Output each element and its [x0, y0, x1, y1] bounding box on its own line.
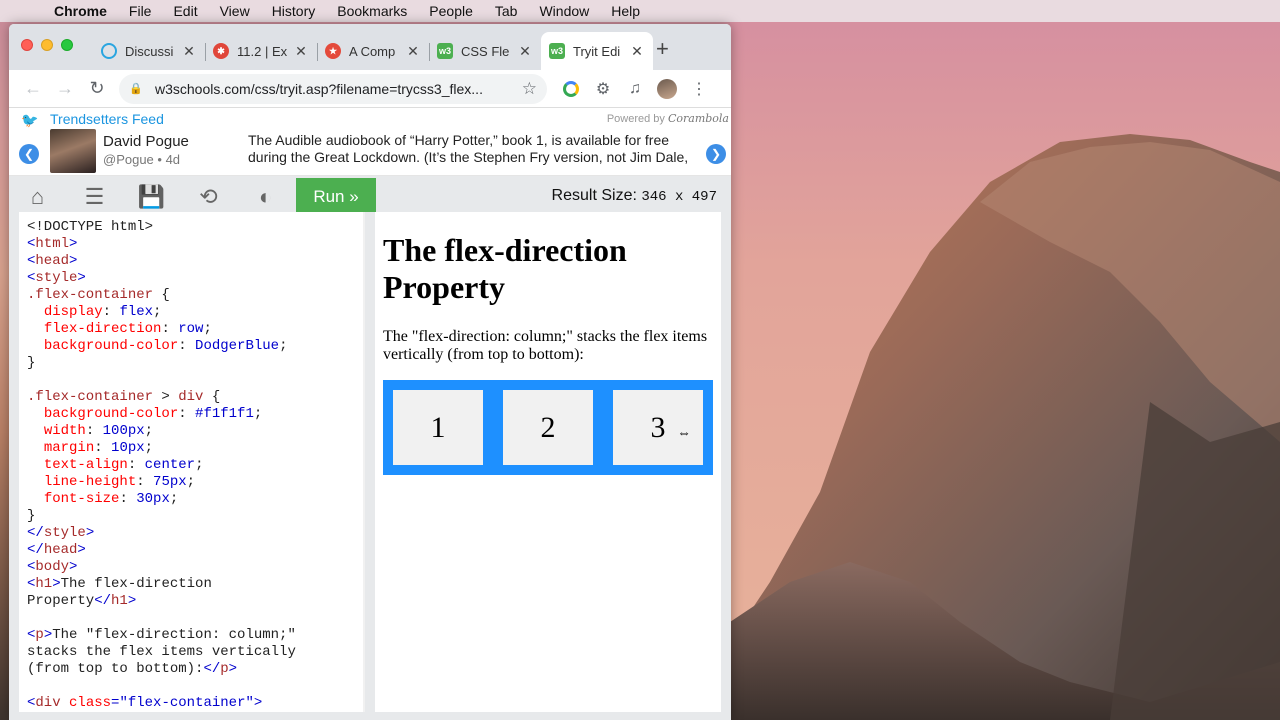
flex-item: 2 — [503, 390, 593, 465]
tabs: Discussi ✕ ✱ 11.2 | Ex ✕ ★ A Comp ✕ w3 C… — [93, 32, 653, 70]
tab-tryit-editor[interactable]: w3 Tryit Edi ✕ — [541, 32, 653, 70]
browser-window: Discussi ✕ ✱ 11.2 | Ex ✕ ★ A Comp ✕ w3 C… — [9, 24, 731, 720]
zoom-window-button[interactable] — [61, 39, 73, 51]
extension-google-icon[interactable] — [555, 80, 587, 97]
mac-menu-bar: Chrome File Edit View History Bookmarks … — [0, 0, 1280, 22]
close-window-button[interactable] — [21, 39, 33, 51]
code-editor[interactable]: <!DOCTYPE html> <html> <head> <style> .f… — [19, 212, 365, 712]
menu-view[interactable]: View — [209, 3, 261, 19]
author-avatar — [50, 129, 96, 173]
w3schools-icon: w3 — [549, 43, 565, 59]
menu-window[interactable]: Window — [528, 3, 600, 19]
flex-item: 1 — [393, 390, 483, 465]
minimize-window-button[interactable] — [41, 39, 53, 51]
forward-button[interactable]: → — [49, 78, 81, 99]
flex-container: 1 2 3 — [383, 380, 713, 475]
new-tab-button[interactable]: + — [656, 36, 669, 62]
tab-title: Tryit Edi — [573, 43, 621, 59]
menu-history[interactable]: History — [261, 3, 327, 19]
tab-title: CSS Fle — [461, 43, 510, 59]
asterisk-icon: ✱ — [213, 43, 229, 59]
address-bar[interactable]: 🔒 w3schools.com/css/tryit.asp?filename=t… — [119, 73, 547, 104]
desktop-wallpaper — [730, 22, 1280, 720]
extension-gear-icon[interactable]: ⚙ — [587, 79, 619, 99]
code-text[interactable]: <!DOCTYPE html> <html> <head> <style> .f… — [27, 219, 296, 712]
tab-title: A Comp — [349, 43, 396, 59]
discussion-icon — [101, 43, 117, 59]
close-tab-icon[interactable]: ✕ — [629, 43, 645, 60]
close-tab-icon[interactable]: ✕ — [517, 43, 533, 60]
ticker-prev-button[interactable]: ❮ — [19, 144, 39, 164]
menu-file[interactable]: File — [118, 3, 163, 19]
run-button[interactable]: Run » — [296, 178, 376, 216]
tab-strip: Discussi ✕ ✱ 11.2 | Ex ✕ ★ A Comp ✕ w3 C… — [9, 24, 731, 70]
browser-toolbar: ← → ↻ 🔒 w3schools.com/css/tryit.asp?file… — [9, 70, 731, 108]
menu-tab[interactable]: Tab — [484, 3, 529, 19]
news-ticker-bar: 🐦 Trendsetters Feed Powered by Corambola… — [9, 108, 731, 182]
author-handle: @Pogue • 4d — [103, 152, 181, 167]
close-tab-icon[interactable]: ✕ — [405, 43, 421, 60]
result-heading: The flex-direction Property — [383, 232, 627, 305]
tab-exercise[interactable]: ✱ 11.2 | Ex ✕ — [205, 32, 317, 70]
tab-discussion[interactable]: Discussi ✕ — [93, 32, 205, 70]
w3schools-icon: w3 — [437, 43, 453, 59]
star-logo-icon: ★ — [325, 43, 341, 59]
browser-menu-icon[interactable]: ⋮ — [683, 79, 715, 99]
result-size: Result Size: 346 x 497 — [552, 187, 717, 205]
back-button[interactable]: ← — [17, 78, 49, 99]
menu-app-chrome[interactable]: Chrome — [44, 3, 118, 19]
reload-button[interactable]: ↻ — [81, 78, 113, 99]
powered-by-label: Powered by — [606, 113, 665, 125]
menu-people[interactable]: People — [418, 3, 484, 19]
result-pane: The flex-direction Property The "flex-di… — [375, 212, 721, 712]
twitter-bird-icon: 🐦 — [21, 112, 39, 128]
pane-divider[interactable] — [365, 212, 375, 720]
menu-bookmarks[interactable]: Bookmarks — [326, 3, 418, 19]
media-playlist-icon[interactable]: ♫ — [619, 80, 651, 98]
powered-by: Powered by Corambola — [607, 112, 729, 125]
url-text: w3schools.com/css/tryit.asp?filename=try… — [155, 80, 483, 97]
brand-logo: Corambola — [667, 112, 729, 125]
tab-title: Discussi — [125, 43, 174, 59]
result-size-value: 346 x 497 — [641, 189, 717, 205]
feed-title[interactable]: Trendsetters Feed — [50, 111, 164, 127]
result-paragraph: The "flex-direction: column;" stacks the… — [383, 328, 708, 363]
close-tab-icon[interactable]: ✕ — [181, 43, 197, 60]
result-size-label: Result Size: — [551, 187, 637, 204]
profile-avatar[interactable] — [651, 78, 683, 99]
tab-a-complete-guide[interactable]: ★ A Comp ✕ — [317, 32, 429, 70]
menu-help[interactable]: Help — [600, 3, 651, 19]
menu-edit[interactable]: Edit — [162, 3, 208, 19]
lock-icon: 🔒 — [129, 83, 143, 95]
resize-cursor-icon: ⇔ — [677, 426, 691, 441]
bookmark-star-icon[interactable]: ☆ — [522, 79, 537, 99]
close-tab-icon[interactable]: ✕ — [293, 43, 309, 60]
tab-css-flexbox[interactable]: w3 CSS Fle ✕ — [429, 32, 541, 70]
window-controls — [21, 39, 73, 51]
ticker-next-button[interactable]: ❯ — [706, 144, 726, 164]
code-line: <!DOCTYPE html> — [27, 219, 154, 235]
tab-title: 11.2 | Ex — [237, 43, 288, 59]
editor-panes: <!DOCTYPE html> <html> <head> <style> .f… — [9, 212, 731, 720]
author-name: David Pogue — [103, 133, 189, 150]
